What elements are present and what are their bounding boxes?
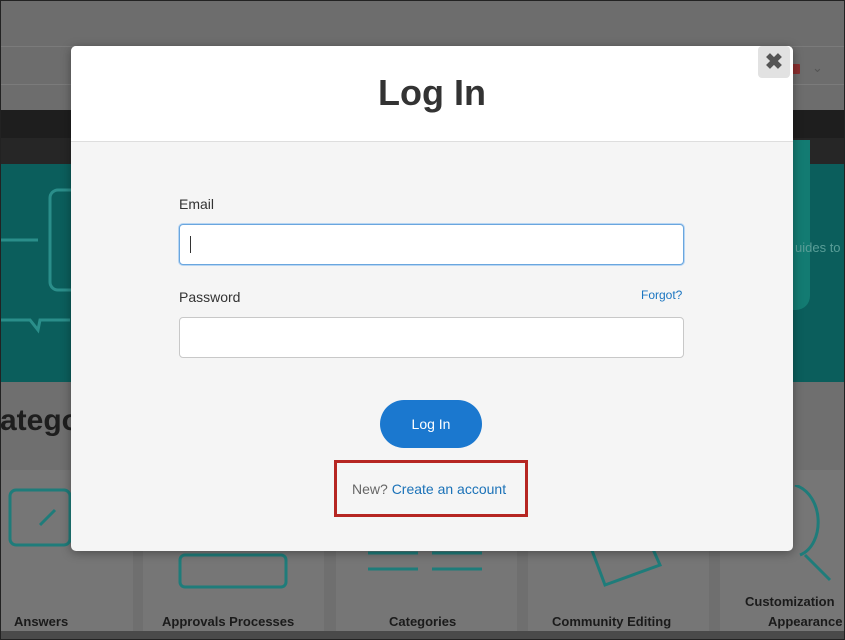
category-label: Approvals Processes — [162, 614, 295, 629]
password-field[interactable] — [179, 317, 684, 358]
category-label: Appearance — [768, 614, 843, 629]
email-label: Email — [179, 196, 215, 212]
text-caret — [190, 236, 191, 253]
login-button[interactable]: Log In — [380, 400, 482, 448]
category-label: Customization — [745, 594, 835, 609]
forgot-password-link[interactable]: Forgot? — [641, 288, 682, 302]
background-footer-strip — [0, 631, 845, 640]
category-label: Categories — [389, 614, 457, 629]
password-label: Password — [179, 289, 241, 305]
category-label: Answers — [14, 614, 69, 629]
modal-header: Log In — [71, 46, 793, 142]
modal-title: Log In — [378, 72, 486, 113]
close-icon[interactable]: ✖ — [758, 46, 790, 78]
email-field[interactable] — [179, 224, 684, 265]
background-hero-text: uides to — [795, 240, 841, 255]
category-label: Community Editing — [552, 614, 672, 629]
background-section-title: atego — [0, 404, 81, 437]
highlight-annotation — [334, 460, 528, 517]
chevron-down-icon: ⌄ — [812, 60, 823, 75]
screen: ⌄ uides to atego Answers Approvals Proce… — [0, 0, 845, 640]
